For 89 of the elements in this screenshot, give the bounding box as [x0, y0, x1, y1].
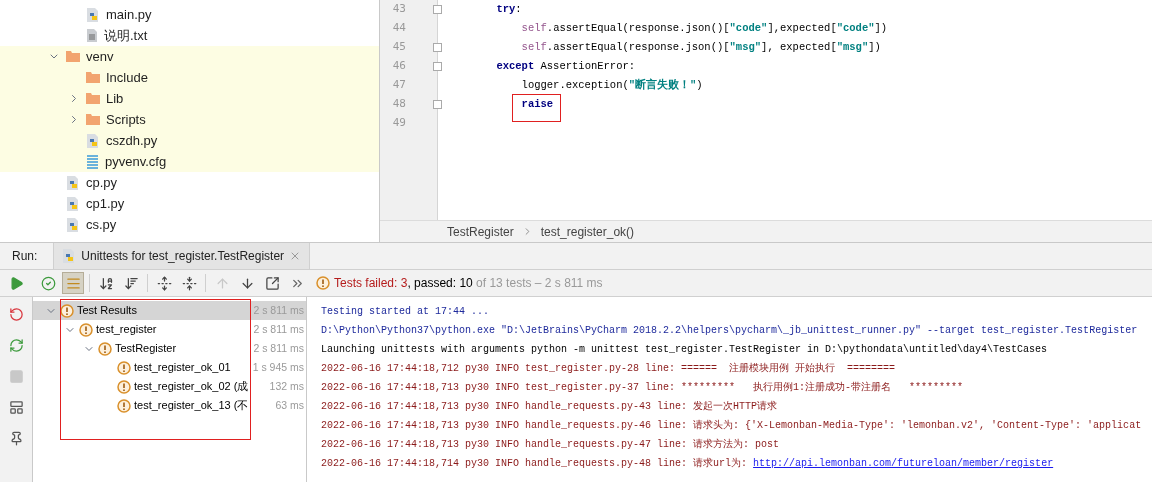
code-line: raise	[446, 96, 554, 113]
folder-icon	[86, 114, 100, 125]
export-icon	[264, 275, 280, 291]
folder-icon	[86, 72, 100, 83]
tree-item-label[interactable]: venv	[86, 46, 114, 67]
fold-marker-icon[interactable]	[432, 62, 442, 71]
test-duration: 1 s 945 ms	[251, 359, 304, 375]
console-line: Testing started at 17:44 ...	[321, 305, 491, 319]
test-name[interactable]: test_register_ok_01	[134, 359, 231, 376]
expand-all-icon	[156, 275, 172, 291]
collapse-all-icon	[181, 275, 197, 291]
line-number: 49	[391, 115, 406, 132]
auto-test-icon	[8, 337, 24, 353]
tree-item-label[interactable]: main.py	[106, 4, 152, 25]
warning-icon	[79, 322, 93, 337]
test-name[interactable]: test_register_ok_13 (不	[134, 397, 249, 414]
test-duration: 2 s 811 ms	[252, 340, 304, 356]
layout-icon	[8, 399, 24, 415]
line-number: 46	[391, 58, 406, 75]
line-number: 45	[391, 39, 406, 56]
down-arrow-icon	[239, 275, 255, 291]
text-file-icon	[86, 28, 98, 43]
test-duration: 2 s 811 ms	[252, 321, 304, 337]
code-line: except AssertionError:	[495, 58, 636, 74]
code-line: self.assertEqual(response.json()["code"],expected["code"])	[520, 20, 888, 36]
warning-icon	[316, 276, 330, 290]
console-line: 2022-06-16 17:44:18,713 py30 INFO test_register.py-37 line: ********* 执行用例1:注册成功-带注册名 *********	[321, 380, 965, 395]
warning-icon	[117, 360, 131, 375]
test-duration: 63 ms	[274, 397, 304, 413]
code-editor[interactable]: try: self.assertEqual(response.json()["code"],expected["code"]) self.assertEqual(response.json()["msg"], expected["msg"]) except AssertionError: logger.exception("断言失败！") raise	[438, 0, 1152, 220]
test-name[interactable]: TestRegister	[115, 340, 177, 357]
console-line: 2022-06-16 17:44:18,713 py30 INFO handle_requests.py-46 line: 请求头为: {'X-Lemonban-Media-Type': 'lemonban.v2', 'Content-Type': 'applicat	[321, 418, 1143, 433]
console-line: 2022-06-16 17:44:18,713 py30 INFO handle_requests.py-43 line: 发起一次HTTP请求	[321, 400, 779, 414]
tree-item-label[interactable]: Include	[106, 67, 148, 88]
python-file-icon	[66, 174, 80, 191]
console-line: Launching unittests with arguments python -m unittest test_register.TestRegister in D:\pythondata\untitled\day4\TestCases	[321, 343, 1049, 357]
line-number: 44	[391, 20, 406, 37]
code-line: try:	[495, 1, 522, 17]
code-line: self.assertEqual(response.json()["msg"], expected["msg"])	[520, 39, 881, 55]
tree-item-label[interactable]: Lib	[106, 88, 124, 109]
tree-item-label[interactable]: cp1.py	[86, 193, 125, 214]
python-file-icon	[66, 216, 80, 233]
tree-item-label[interactable]: 说明.txt	[104, 25, 148, 46]
test-summary: Tests failed: 3, passed: 10 of 13 tests – 2 s 811 ms	[334, 275, 603, 292]
tree-item-label[interactable]: cszdh.py	[106, 130, 158, 151]
test-name[interactable]: test_register	[96, 321, 157, 338]
run-label: Run:	[12, 248, 38, 265]
warning-icon	[117, 398, 131, 413]
console-line: 2022-06-16 17:44:18,712 py30 INFO test_register.py-28 line: ====== 注册模块用例 开始执行 ========	[321, 361, 897, 376]
console-line: 2022-06-16 17:44:18,713 py30 INFO handle_requests.py-47 line: 请求方法为: post	[321, 437, 781, 452]
console-link[interactable]: http://api.lemonban.com/futureloan/member/register	[753, 458, 1054, 469]
rerun-failed-icon	[8, 306, 24, 322]
run-tab[interactable]: Unittests for test_register.TestRegister	[53, 243, 311, 269]
config-file-icon	[86, 154, 99, 169]
tree-item-label[interactable]: Scripts	[106, 109, 146, 130]
tree-item-label[interactable]: cp.py	[86, 172, 118, 193]
test-duration: 132 ms	[268, 378, 304, 394]
folder-icon	[86, 93, 100, 104]
code-line: logger.exception("断言失败！")	[520, 77, 703, 93]
breadcrumb-item[interactable]: test_register_ok()	[540, 222, 635, 241]
test-name[interactable]: test_register_ok_02 (成	[134, 378, 249, 395]
sort-by-duration-icon	[123, 275, 139, 291]
sort-alphabetically-icon	[98, 275, 114, 291]
console-line: 2022-06-16 17:44:18,714 py30 INFO handle_requests.py-48 line: 请求url为: http://api.lemonban.com/futureloan/member/register	[321, 457, 1055, 471]
tree-item-label[interactable]: pyvenv.cfg	[105, 151, 167, 172]
fold-marker-icon[interactable]	[432, 5, 442, 14]
passed-filter-icon	[40, 275, 56, 291]
line-number: 43	[391, 1, 406, 18]
tree-item-label[interactable]: cs.py	[86, 214, 117, 235]
python-file-icon	[66, 195, 80, 212]
console-line: D:\Python\Python37\python.exe "D:\JetBrains\PyCharm 2018.2.2\helpers\pycharm\_jb_unittest_runner.py" --target test_register.TestRegister	[321, 324, 1139, 338]
fold-marker-icon[interactable]	[432, 43, 442, 52]
fold-marker-icon[interactable]	[432, 100, 442, 109]
run-tool[interactable]	[9, 275, 24, 291]
warning-icon	[117, 379, 131, 394]
python-file-icon	[62, 248, 77, 264]
stop-icon	[8, 368, 24, 384]
warning-icon	[60, 303, 74, 318]
run-icon	[9, 275, 24, 291]
test-name[interactable]: Test Results	[77, 302, 137, 319]
line-number: 48	[391, 96, 406, 113]
python-file-icon	[86, 132, 100, 149]
python-file-icon	[86, 6, 100, 23]
ignored-filter-icon	[65, 275, 81, 291]
breadcrumb-item[interactable]: TestRegister	[447, 222, 514, 241]
warning-icon	[98, 341, 112, 356]
pin-icon	[8, 430, 24, 446]
line-number: 47	[391, 77, 406, 94]
folder-icon	[66, 51, 80, 62]
